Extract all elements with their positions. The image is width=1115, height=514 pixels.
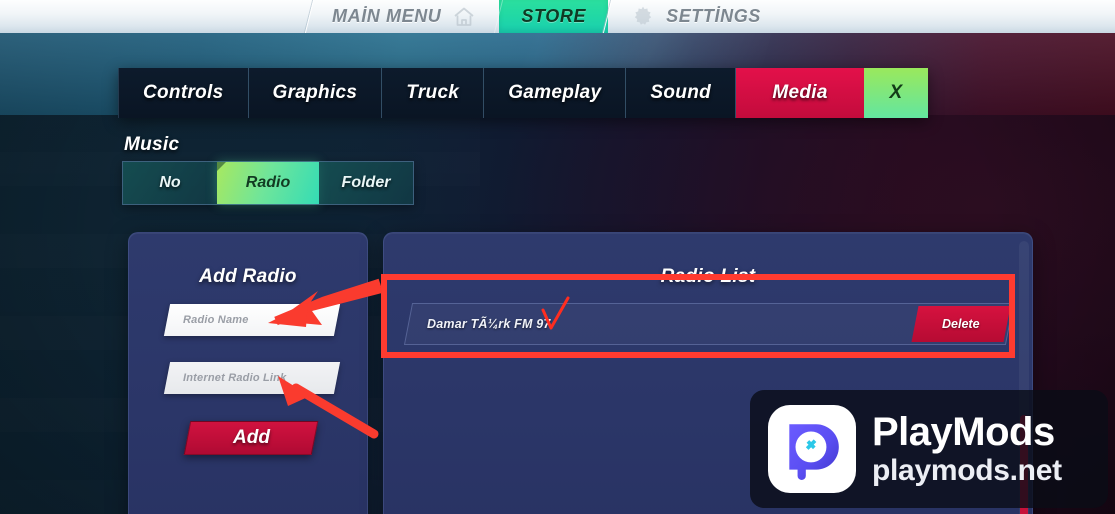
tab-media-label: Media: [772, 82, 828, 103]
tab-truck-label: Truck: [406, 82, 460, 103]
game-settings-screen: MAİN MENU STORE SETTİNGS Controls Graphi…: [0, 0, 1115, 514]
annotation-arrow-to-name-field: [262, 278, 382, 336]
annotation-checkmark: [541, 296, 571, 332]
tab-truck[interactable]: Truck: [382, 68, 485, 118]
annotation-highlight-rectangle: [381, 274, 1015, 358]
topnav-item-main-menu[interactable]: MAİN MENU: [310, 0, 499, 33]
playmods-logo-icon: [768, 405, 856, 493]
tab-sound[interactable]: Sound: [626, 68, 737, 118]
music-option-folder-label: Folder: [341, 174, 391, 191]
settings-tabstrip: Controls Graphics Truck Gameplay Sound M…: [118, 68, 929, 118]
tab-sound-label: Sound: [650, 82, 712, 103]
tab-graphics[interactable]: Graphics: [248, 68, 383, 118]
topnav-settings-label: SETTİNGS: [666, 6, 761, 26]
topnav-store-label: STORE: [521, 6, 587, 26]
music-option-radio[interactable]: Radio: [217, 162, 319, 204]
topnav-item-settings[interactable]: SETTİNGS: [608, 0, 783, 33]
topnav-left-spacer: [0, 0, 310, 33]
music-option-no[interactable]: No: [123, 162, 217, 204]
music-option-folder[interactable]: Folder: [319, 162, 413, 204]
close-icon: X: [889, 82, 903, 103]
playmods-url: playmods.net: [872, 454, 1062, 487]
annotation-arrow-to-link-field: [262, 366, 382, 441]
playmods-text: PlayMods playmods.net: [872, 412, 1062, 486]
topnav-item-store[interactable]: STORE: [499, 0, 609, 33]
gear-icon: [630, 5, 656, 29]
tab-controls[interactable]: Controls: [118, 68, 249, 118]
music-option-radio-label: Radio: [245, 174, 291, 191]
close-button[interactable]: X: [864, 68, 929, 118]
music-option-no-label: No: [159, 174, 181, 191]
music-section-label: Music: [124, 134, 180, 155]
playmods-watermark: PlayMods playmods.net: [750, 390, 1108, 508]
tab-gameplay-label: Gameplay: [508, 82, 602, 103]
home-icon: [451, 5, 477, 29]
tab-graphics-label: Graphics: [272, 82, 358, 103]
radio-name-placeholder: Radio Name: [183, 314, 249, 326]
top-navigation-bar: MAİN MENU STORE SETTİNGS: [0, 0, 1115, 33]
tab-gameplay[interactable]: Gameplay: [484, 68, 627, 118]
topnav-main-menu-label: MAİN MENU: [332, 6, 442, 26]
music-mode-segmented-control: No Radio Folder: [122, 161, 414, 205]
tab-media[interactable]: Media: [736, 68, 865, 118]
topnav-right-spacer: [783, 0, 1115, 33]
playmods-title: PlayMods: [872, 410, 1055, 454]
tab-controls-label: Controls: [143, 82, 224, 103]
